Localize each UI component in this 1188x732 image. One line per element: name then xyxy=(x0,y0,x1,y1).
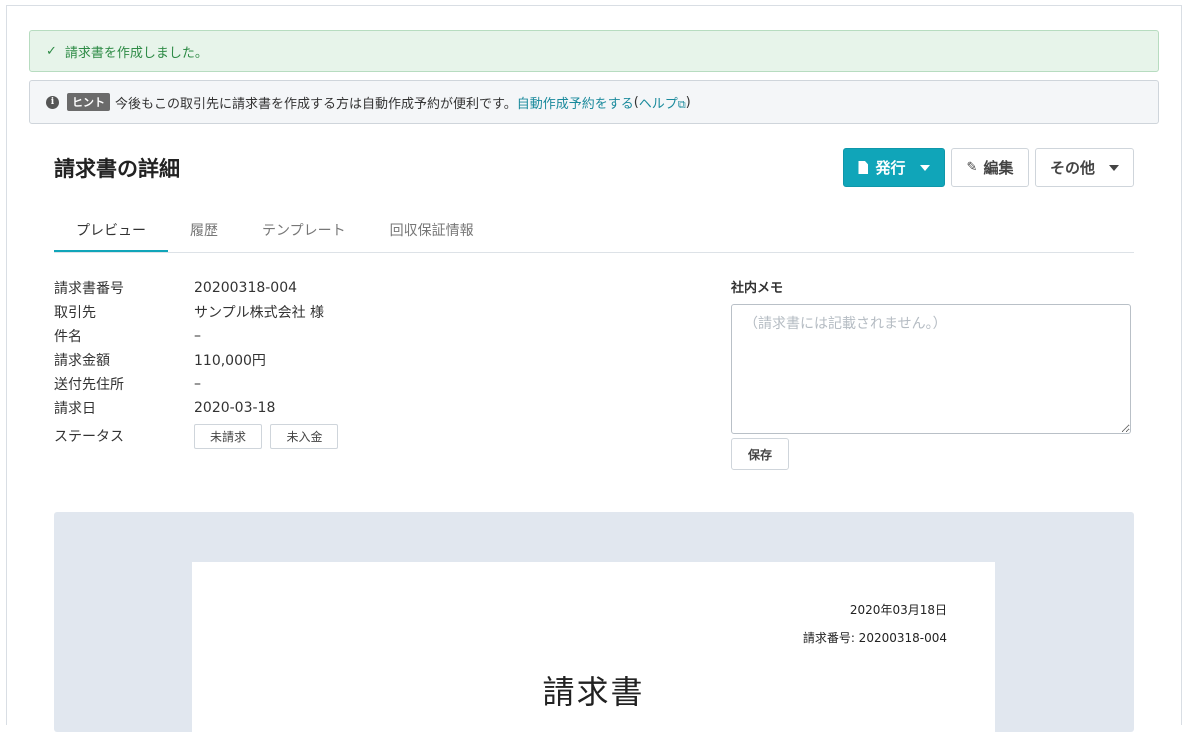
detail-row-date: 請求日 2020-03-18 xyxy=(54,396,342,420)
amount-value: 110,000円 xyxy=(194,353,266,369)
detail-label: 送付先住所 xyxy=(54,377,124,393)
detail-row-address: 送付先住所 – xyxy=(54,372,342,396)
tab-bar: プレビュー 履歴 テンプレート 回収保証情報 xyxy=(54,212,1134,253)
hint-badge: ヒント xyxy=(67,93,110,111)
address-value: – xyxy=(194,376,201,392)
chevron-down-icon xyxy=(919,164,930,171)
preview-date: 2020年03月18日 xyxy=(849,603,947,617)
detail-row-status: ステータス 未請求 未入金 xyxy=(54,423,342,449)
detail-row-amount: 請求金額 110,000円 xyxy=(54,348,342,372)
subject-value: – xyxy=(194,328,201,344)
tab-template[interactable]: テンプレート xyxy=(240,212,368,251)
other-button[interactable]: その他 xyxy=(1035,148,1134,187)
chevron-down-icon xyxy=(1109,164,1119,171)
external-link-icon: ⧉ xyxy=(677,97,686,111)
invoice-number-value: 20200318-004 xyxy=(194,280,298,296)
page-title: 請求書の詳細 xyxy=(54,157,180,181)
tab-guarantee-info[interactable]: 回収保証情報 xyxy=(368,212,496,251)
pencil-icon: ✎ xyxy=(966,160,978,175)
client-link[interactable]: サンプル株式会社 様 xyxy=(194,302,324,322)
detail-label: 請求日 xyxy=(54,401,96,417)
detail-label: 請求書番号 xyxy=(54,281,124,297)
status-badge-unpaid: 未入金 xyxy=(270,423,339,449)
success-alert-text: 請求書を作成しました。 xyxy=(64,45,208,61)
preview-invoice-number: 請求番号: 20200318-004 xyxy=(802,631,947,645)
tab-preview[interactable]: プレビュー xyxy=(54,212,168,252)
detail-row-invoice-number: 請求書番号 20200318-004 xyxy=(54,276,342,300)
tab-history[interactable]: 履歴 xyxy=(168,212,240,251)
detail-row-client: 取引先 サンプル株式会社 様 xyxy=(54,300,342,324)
issue-button[interactable]: 発行 xyxy=(843,148,945,187)
issue-button-label: 発行 xyxy=(875,159,906,177)
detail-label: 取引先 xyxy=(54,305,96,321)
status-tags: 未請求 未入金 xyxy=(194,423,342,449)
edit-button-label: 編集 xyxy=(983,159,1014,177)
invoice-paper: 2020年03月18日 請求番号: 20200318-004 請求書 xyxy=(192,562,995,732)
memo-label: 社内メモ xyxy=(731,281,784,296)
invoice-details: 請求書番号 20200318-004 取引先 サンプル株式会社 様 件名 – 請… xyxy=(54,276,342,449)
document-icon xyxy=(858,161,869,174)
edit-button[interactable]: ✎ 編集 xyxy=(951,148,1029,187)
auto-schedule-link[interactable]: 自動作成予約をする xyxy=(517,93,634,112)
detail-label: ステータス xyxy=(54,429,124,445)
status-badge-unbilled: 未請求 xyxy=(194,423,263,449)
info-icon: i xyxy=(46,95,59,109)
invoice-date-value: 2020-03-18 xyxy=(194,400,276,416)
detail-row-subject: 件名 – xyxy=(54,324,342,348)
help-link-label: ヘルプ xyxy=(638,96,678,112)
help-link[interactable]: ヘルプ⧉ xyxy=(639,93,686,112)
detail-label: 件名 xyxy=(54,329,82,345)
help-paren-close: ) xyxy=(685,94,691,110)
hint-text: 今後もこの取引先に請求書を作成する方は自動作成予約が便利です。 xyxy=(115,96,517,112)
success-alert: ✓ 請求書を作成しました。 xyxy=(29,30,1159,72)
hint-alert: i ヒント 今後もこの取引先に請求書を作成する方は自動作成予約が便利です。 自動… xyxy=(29,80,1159,124)
memo-textarea[interactable] xyxy=(731,304,1131,434)
other-button-label: その他 xyxy=(1049,159,1095,177)
preview-title: 請求書 xyxy=(542,673,645,711)
detail-label: 請求金額 xyxy=(54,353,110,369)
save-button[interactable]: 保存 xyxy=(731,438,789,470)
check-icon: ✓ xyxy=(46,43,57,59)
